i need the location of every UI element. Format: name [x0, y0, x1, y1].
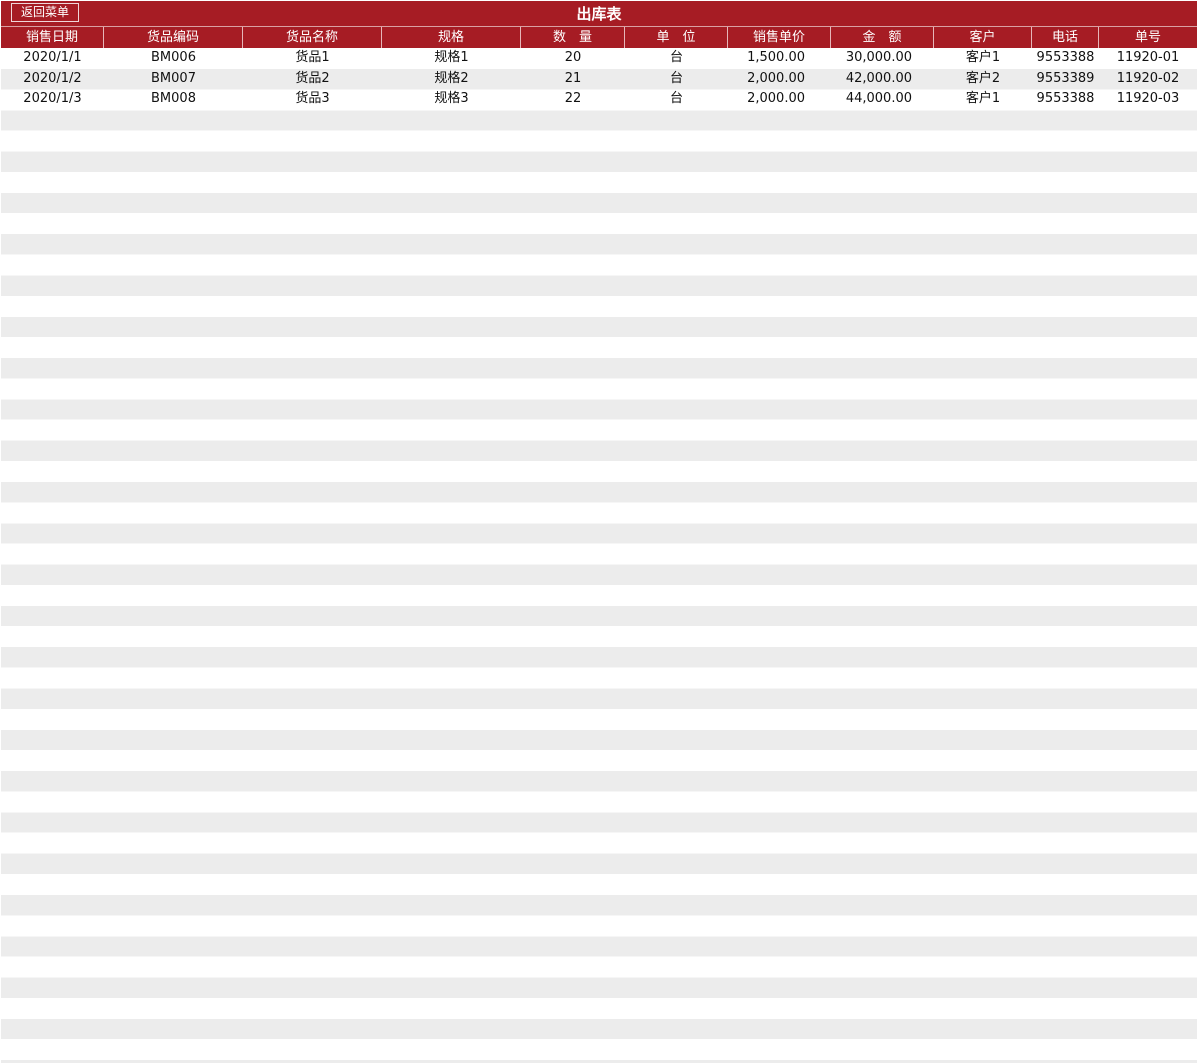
cell-item-code[interactable]: BM007: [104, 69, 243, 90]
cell-phone[interactable]: 9553388: [1032, 48, 1099, 69]
cell-spec[interactable]: 规格3: [382, 89, 521, 110]
cell-quantity[interactable]: 21: [521, 69, 625, 90]
cell-phone[interactable]: 9553389: [1032, 69, 1099, 90]
table-row[interactable]: 2020/1/2 BM007 货品2 规格2 21 台 2,000.00 42,…: [1, 69, 1197, 90]
table-row[interactable]: 2020/1/1 BM006 货品1 规格1 20 台 1,500.00 30,…: [1, 48, 1197, 69]
cell-order-number[interactable]: 11920-02: [1099, 69, 1197, 90]
cell-amount[interactable]: 30,000.00: [831, 48, 934, 69]
cell-sale-date[interactable]: 2020/1/2: [1, 69, 104, 90]
cell-item-code[interactable]: BM008: [104, 89, 243, 110]
column-header-spec[interactable]: 规格: [382, 27, 521, 48]
column-header-amount[interactable]: 金 额: [831, 27, 934, 48]
outbound-sheet: 返回菜单 出库表 销售日期 货品编码 货品名称 规格 数 量 单 位 销售单价 …: [1, 1, 1197, 1063]
cell-item-name[interactable]: 货品3: [243, 89, 382, 110]
cell-spec[interactable]: 规格2: [382, 69, 521, 90]
cell-customer[interactable]: 客户1: [934, 89, 1032, 110]
cell-quantity[interactable]: 20: [521, 48, 625, 69]
cell-amount[interactable]: 44,000.00: [831, 89, 934, 110]
cell-spec[interactable]: 规格1: [382, 48, 521, 69]
cell-unit-price[interactable]: 1,500.00: [728, 48, 831, 69]
cell-sale-date[interactable]: 2020/1/3: [1, 89, 104, 110]
cell-phone[interactable]: 9553388: [1032, 89, 1099, 110]
column-header-unit-price[interactable]: 销售单价: [728, 27, 831, 48]
column-header-sale-date[interactable]: 销售日期: [1, 27, 104, 48]
cell-amount[interactable]: 42,000.00: [831, 69, 934, 90]
column-header-unit[interactable]: 单 位: [625, 27, 728, 48]
cell-item-code[interactable]: BM006: [104, 48, 243, 69]
cell-item-name[interactable]: 货品1: [243, 48, 382, 69]
table-row[interactable]: 2020/1/3 BM008 货品3 规格3 22 台 2,000.00 44,…: [1, 89, 1197, 110]
column-header-quantity[interactable]: 数 量: [521, 27, 625, 48]
column-header-phone[interactable]: 电话: [1032, 27, 1099, 48]
cell-unit-price[interactable]: 2,000.00: [728, 69, 831, 90]
cell-order-number[interactable]: 11920-01: [1099, 48, 1197, 69]
column-header-item-name[interactable]: 货品名称: [243, 27, 382, 48]
table-header: 销售日期 货品编码 货品名称 规格 数 量 单 位 销售单价 金 额 客户 电话…: [1, 27, 1197, 48]
cell-item-name[interactable]: 货品2: [243, 69, 382, 90]
cell-customer[interactable]: 客户2: [934, 69, 1032, 90]
column-header-customer[interactable]: 客户: [934, 27, 1032, 48]
cell-sale-date[interactable]: 2020/1/1: [1, 48, 104, 69]
cell-unit[interactable]: 台: [625, 69, 728, 90]
column-header-order-number[interactable]: 单号: [1099, 27, 1197, 48]
back-to-menu-button[interactable]: 返回菜单: [11, 3, 79, 22]
table-body: 2020/1/1 BM006 货品1 规格1 20 台 1,500.00 30,…: [1, 48, 1197, 1063]
column-header-item-code[interactable]: 货品编码: [104, 27, 243, 48]
cell-order-number[interactable]: 11920-03: [1099, 89, 1197, 110]
cell-customer[interactable]: 客户1: [934, 48, 1032, 69]
page-title: 出库表: [576, 5, 622, 23]
title-bar: 返回菜单 出库表: [1, 1, 1197, 27]
cell-quantity[interactable]: 22: [521, 89, 625, 110]
cell-unit[interactable]: 台: [625, 48, 728, 69]
cell-unit-price[interactable]: 2,000.00: [728, 89, 831, 110]
cell-unit[interactable]: 台: [625, 89, 728, 110]
